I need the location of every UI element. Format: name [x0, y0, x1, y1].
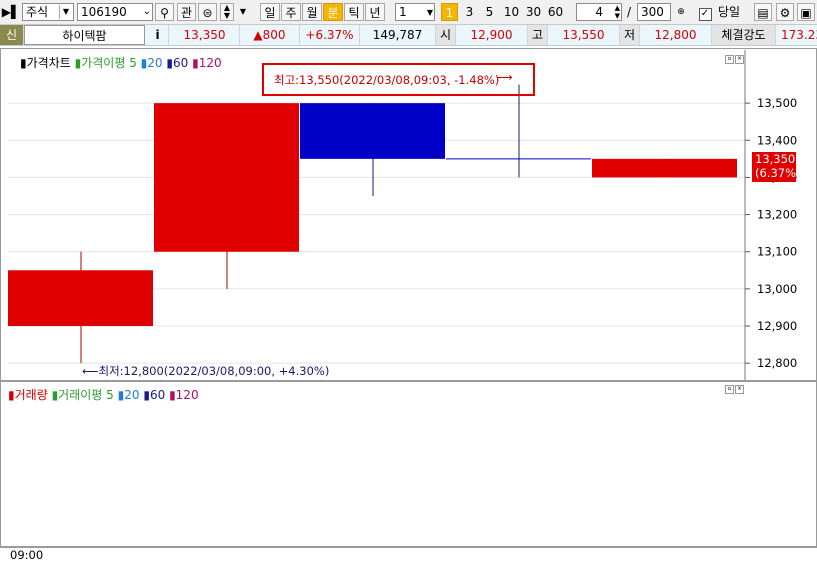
price-tick-label: 13,500 [757, 96, 797, 110]
low-annotation: 최저:12,800(2022/03/08,09:00, +4.30%) [98, 364, 330, 378]
volume-chart-panel [0, 381, 817, 547]
legend-vma20: ▮20 [117, 388, 140, 402]
legend-vma5: ▮거래이평 5 [51, 388, 114, 402]
current-price-value: 13,350 [755, 152, 796, 166]
x-tick-label: 09:00 [10, 548, 44, 562]
current-price-label: 13,350 (6.37%) [752, 152, 801, 182]
price-tick-label: 13,400 [757, 133, 797, 147]
price-tick-label: 13,200 [757, 208, 797, 222]
candle-body [300, 103, 445, 159]
minimize-icon[interactable]: ▫ [725, 385, 734, 394]
volume-chart-legend: ▮거래량 ▮거래이평 5 ▮20 ▮60 ▮120 [8, 386, 199, 403]
legend-volume: ▮거래량 [8, 388, 48, 402]
candle-body [8, 270, 153, 326]
legend-vma120: ▮120 [169, 388, 199, 402]
close-icon[interactable]: × [735, 385, 744, 394]
legend-vma60: ▮60 [143, 388, 166, 402]
candle-body [154, 103, 299, 252]
current-price-pct: (6.37%) [755, 166, 801, 180]
price-tick-label: 13,100 [757, 245, 797, 259]
arrow-left-icon: ⟵ [82, 364, 99, 378]
arrow-right-icon: ⟶ [496, 70, 513, 84]
high-annotation: 최고:13,550(2022/03/08,09:03, -1.48%) [274, 73, 500, 87]
price-tick-label: 12,800 [757, 356, 797, 370]
x-axis: 09:00 [0, 547, 817, 562]
low-annotation-row: ⟵최저:12,800(2022/03/08,09:00, +4.30%) [82, 363, 329, 379]
price-tick-label: 13,000 [757, 282, 797, 296]
candle-body [592, 158, 737, 178]
price-tick-label: 12,900 [757, 319, 797, 333]
high-annotation-box: 최고:13,550(2022/03/08,09:03, -1.48%) ⟶ [262, 63, 535, 96]
